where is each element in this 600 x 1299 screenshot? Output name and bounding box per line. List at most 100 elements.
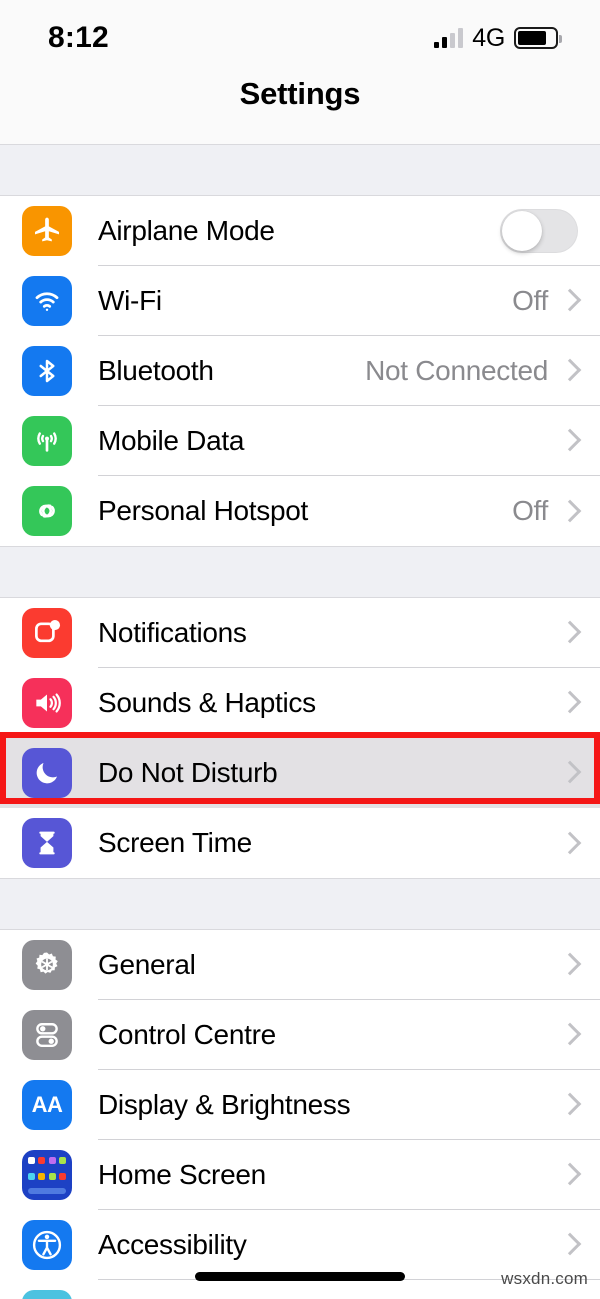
row-content: Display & Brightness [98, 1070, 600, 1140]
chevron-right-icon [558, 288, 582, 312]
settings-row-label: Bluetooth [98, 354, 214, 386]
row-accessory [558, 690, 582, 714]
wifi-icon [22, 276, 72, 326]
settings-row-label: Control Centre [98, 1018, 276, 1050]
settings-row-notifications[interactable]: Notifications [0, 598, 600, 668]
chevron-right-icon [558, 760, 582, 784]
iphone-settings-screen: 8:12 4G Settings Airplane Mode Wi-Fi Off… [0, 0, 600, 1299]
control-centre-icon [22, 1010, 72, 1060]
row-accessory: Off [512, 495, 582, 527]
status-bar: 8:12 4G [0, 0, 600, 72]
navigation-bar: Settings [0, 72, 600, 144]
row-accessory: Not Connected [365, 354, 582, 387]
settings-row-personal-hotspot[interactable]: Personal Hotspot Off [0, 476, 600, 546]
row-content: Personal Hotspot Off [98, 476, 600, 546]
row-content: Bluetooth Not Connected [98, 336, 600, 406]
airplane-icon [22, 206, 72, 256]
settings-row-label: Sounds & Haptics [98, 686, 316, 718]
settings-list: Airplane Mode Wi-Fi Off Bluetooth Not Co… [0, 144, 600, 1299]
group-separator [0, 144, 600, 196]
chevron-right-icon [558, 358, 582, 382]
screen-time-icon [22, 818, 72, 868]
settings-row-label: Do Not Disturb [98, 756, 278, 788]
accessibility-icon [22, 1220, 72, 1270]
row-accessory [558, 952, 582, 976]
settings-row-label: Home Screen [98, 1158, 266, 1190]
group-separator [0, 878, 600, 930]
chevron-right-icon [558, 952, 582, 976]
row-content: General [98, 930, 600, 1000]
settings-row-label: Personal Hotspot [98, 495, 308, 526]
chevron-right-icon [558, 428, 582, 452]
status-bar-time: 8:12 [48, 21, 109, 54]
settings-row-label: Airplane Mode [98, 214, 275, 246]
row-accessory [558, 428, 582, 452]
row-content: Airplane Mode [98, 196, 600, 266]
bluetooth-icon [22, 346, 72, 396]
row-accessory [558, 1162, 582, 1186]
settings-row-sounds-haptics[interactable]: Sounds & Haptics [0, 668, 600, 738]
settings-row-wifi[interactable]: Wi-Fi Off [0, 266, 600, 336]
settings-row-label: Accessibility [98, 1228, 247, 1260]
display-brightness-icon: AA [22, 1080, 72, 1130]
settings-row-do-not-disturb[interactable]: Do Not Disturb [0, 738, 600, 808]
settings-row-value: Off [512, 495, 548, 526]
page-title: Settings [239, 76, 361, 111]
row-content: Screen Time [98, 808, 600, 878]
chevron-right-icon [558, 831, 582, 854]
settings-row-label: Screen Time [98, 827, 252, 858]
notifications-icon [22, 608, 72, 658]
wallpaper-icon [22, 1290, 72, 1299]
settings-row-label: Mobile Data [98, 424, 245, 456]
settings-group-connectivity: Airplane Mode Wi-Fi Off Bluetooth Not Co… [0, 196, 600, 546]
settings-row-mobile-data[interactable]: Mobile Data [0, 406, 600, 476]
settings-row-label: General [98, 948, 196, 980]
chevron-right-icon [558, 1022, 582, 1046]
row-accessory [558, 760, 582, 784]
chevron-right-icon [558, 499, 582, 522]
row-content: Control Centre [98, 1000, 600, 1070]
cellular-signal-icon [434, 28, 464, 48]
settings-row-general[interactable]: General [0, 930, 600, 1000]
row-content: Sounds & Haptics [98, 668, 600, 738]
settings-row-display-brightness[interactable]: AA Display & Brightness [0, 1070, 600, 1140]
settings-row-control-centre[interactable]: Control Centre [0, 1000, 600, 1070]
chevron-right-icon [558, 1232, 582, 1256]
toggle-knob [502, 210, 542, 251]
row-accessory [558, 1022, 582, 1046]
general-icon [22, 940, 72, 990]
group-separator [0, 546, 600, 598]
row-accessory [558, 1232, 582, 1256]
personal-hotspot-icon [22, 486, 72, 536]
home-indicator[interactable] [195, 1272, 405, 1281]
chevron-right-icon [558, 1162, 582, 1186]
settings-row-label: Notifications [98, 616, 247, 648]
row-accessory [558, 1092, 582, 1116]
battery-icon [514, 27, 562, 49]
chevron-right-icon [558, 690, 582, 714]
network-type-label: 4G [472, 23, 505, 52]
settings-group-notifications: Notifications Sounds & Haptics Do Not Di… [0, 598, 600, 878]
watermark: wsxdn.com [501, 1269, 588, 1288]
airplane-mode-toggle[interactable] [500, 208, 578, 253]
settings-row-label: Display & Brightness [98, 1088, 351, 1120]
sounds-icon [22, 678, 72, 728]
app-grid [22, 1150, 72, 1200]
settings-row-home-screen[interactable]: Home Screen [0, 1140, 600, 1210]
row-content: Notifications [98, 598, 600, 668]
status-bar-indicators: 4G [434, 23, 562, 53]
do-not-disturb-icon [22, 748, 72, 798]
aa-glyph: AA [31, 1092, 63, 1117]
chevron-right-icon [558, 620, 582, 644]
chevron-right-icon [558, 1092, 582, 1116]
settings-row-value: Not Connected [365, 354, 548, 386]
row-content: Home Screen [98, 1140, 600, 1210]
row-content: Do Not Disturb [98, 738, 600, 808]
row-accessory [500, 208, 578, 253]
settings-row-airplane-mode[interactable]: Airplane Mode [0, 196, 600, 266]
settings-row-screen-time[interactable]: Screen Time [0, 808, 600, 878]
home-screen-icon [22, 1150, 72, 1200]
settings-row-value: Off [512, 284, 548, 316]
settings-row-bluetooth[interactable]: Bluetooth Not Connected [0, 336, 600, 406]
settings-row-label: Wi-Fi [98, 284, 162, 316]
